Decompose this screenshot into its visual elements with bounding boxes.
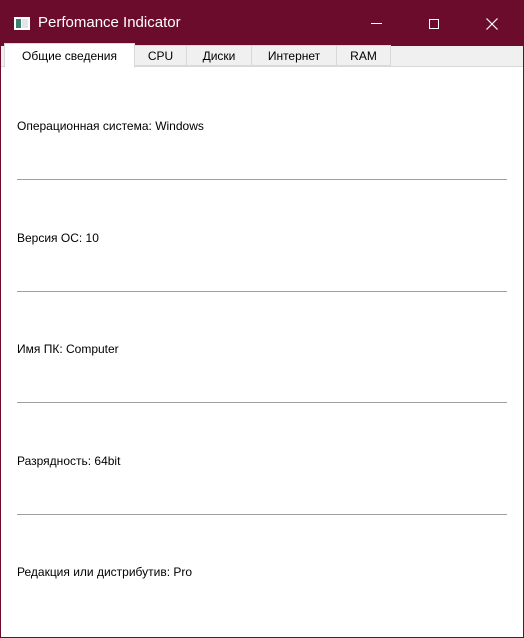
bitness-field: Разрядность: 64bit (17, 454, 121, 468)
tab-cpu[interactable]: CPU (134, 45, 187, 66)
separator (17, 402, 507, 403)
app-window: Perfomance Indicator Общие сведения CPU … (0, 0, 524, 638)
app-window-icon (14, 17, 30, 30)
separator (17, 179, 507, 180)
tab-ram[interactable]: RAM (336, 45, 391, 66)
edition-field: Редакция или дистрибутив: Pro (17, 565, 193, 579)
maximize-icon (429, 18, 439, 29)
window-title: Perfomance Indicator (38, 14, 181, 31)
app-icon-left-pane (16, 19, 21, 28)
separator (17, 291, 507, 292)
pc-name-field: Имя ПК: Computer (17, 342, 119, 356)
minimize-button[interactable] (347, 1, 405, 46)
maximize-button[interactable] (405, 1, 463, 46)
close-button[interactable] (463, 1, 521, 46)
app-icon-right-pane (22, 19, 28, 28)
minimize-icon (370, 23, 382, 24)
os-version-field: Версия ОС: 10 (17, 231, 99, 245)
tab-disks[interactable]: Диски (186, 45, 252, 66)
title-bar[interactable]: Perfomance Indicator (1, 1, 523, 46)
general-info-panel: Операционная система: Windows Версия ОС:… (1, 67, 523, 637)
separator (17, 514, 507, 515)
close-icon (486, 17, 498, 30)
tab-general[interactable]: Общие сведения (4, 43, 135, 68)
tab-internet[interactable]: Интернет (251, 45, 337, 66)
os-field: Операционная система: Windows (17, 119, 204, 133)
